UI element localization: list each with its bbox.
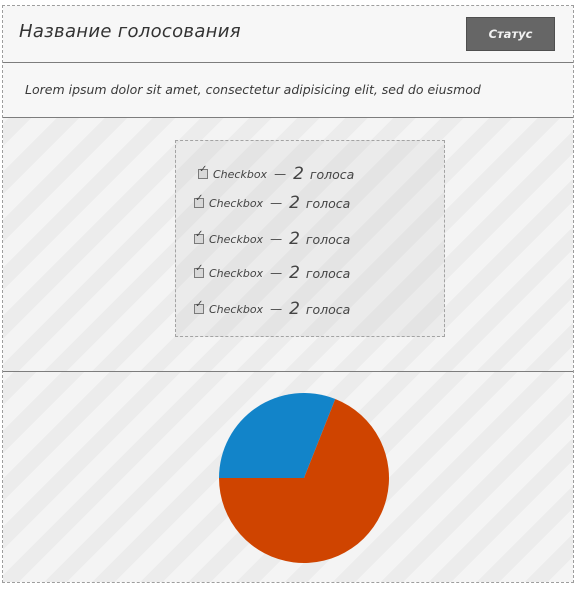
option-item[interactable]: ✓ Checkbox — 2 голоса <box>194 193 350 213</box>
option-item[interactable]: ✓ Checkbox — 2 голоса <box>194 299 350 319</box>
option-item[interactable]: ✓ Checkbox — 2 голоса <box>198 164 354 184</box>
option-vote-unit: голоса <box>305 265 351 281</box>
option-vote-count: 2 <box>293 164 304 184</box>
option-vote-count: 2 <box>289 193 300 213</box>
poll-description: Lorem ipsum dolor sit amet, consectetur … <box>25 82 481 97</box>
option-vote-unit: голоса <box>305 231 351 247</box>
description-row: Lorem ipsum dolor sit amet, consectetur … <box>3 63 573 118</box>
poll-header: Название голосования Статус <box>3 6 573 63</box>
options-box: ✓ Checkbox — 2 голоса ✓ Checkbox — 2 гол… <box>175 140 445 337</box>
option-item[interactable]: ✓ Checkbox — 2 голоса <box>194 263 350 283</box>
checkbox[interactable]: ✓ <box>198 165 208 179</box>
option-label: Checkbox <box>209 232 264 246</box>
option-label: Checkbox <box>209 196 264 210</box>
option-separator: — <box>270 266 283 280</box>
option-vote-unit: голоса <box>309 166 355 182</box>
poll-frame: Название голосования Статус Lorem ipsum … <box>2 5 574 583</box>
option-vote-count: 2 <box>289 229 300 249</box>
option-separator: — <box>270 232 283 246</box>
check-icon: ✓ <box>195 229 204 240</box>
option-separator: — <box>274 167 287 181</box>
option-vote-count: 2 <box>289 299 300 319</box>
status-button[interactable]: Статус <box>466 17 555 51</box>
option-label: Checkbox <box>213 167 268 181</box>
option-vote-count: 2 <box>289 263 300 283</box>
option-label: Checkbox <box>209 266 264 280</box>
option-item[interactable]: ✓ Checkbox — 2 голоса <box>194 229 350 249</box>
checkbox[interactable]: ✓ <box>194 194 204 208</box>
option-label: Checkbox <box>209 302 264 316</box>
chart-section <box>3 372 573 582</box>
options-section: ✓ Checkbox — 2 голоса ✓ Checkbox — 2 гол… <box>3 118 573 372</box>
check-icon: ✓ <box>195 263 204 274</box>
check-icon: ✓ <box>195 193 204 204</box>
check-icon: ✓ <box>199 164 208 175</box>
option-separator: — <box>270 302 283 316</box>
checkbox[interactable]: ✓ <box>194 230 204 244</box>
option-vote-unit: голоса <box>305 301 351 317</box>
checkbox[interactable]: ✓ <box>194 300 204 314</box>
pie-chart <box>219 393 390 563</box>
poll-title: Название голосования <box>19 21 241 42</box>
option-separator: — <box>270 196 283 210</box>
option-vote-unit: голоса <box>305 195 351 211</box>
check-icon: ✓ <box>195 299 204 310</box>
checkbox[interactable]: ✓ <box>194 264 204 278</box>
